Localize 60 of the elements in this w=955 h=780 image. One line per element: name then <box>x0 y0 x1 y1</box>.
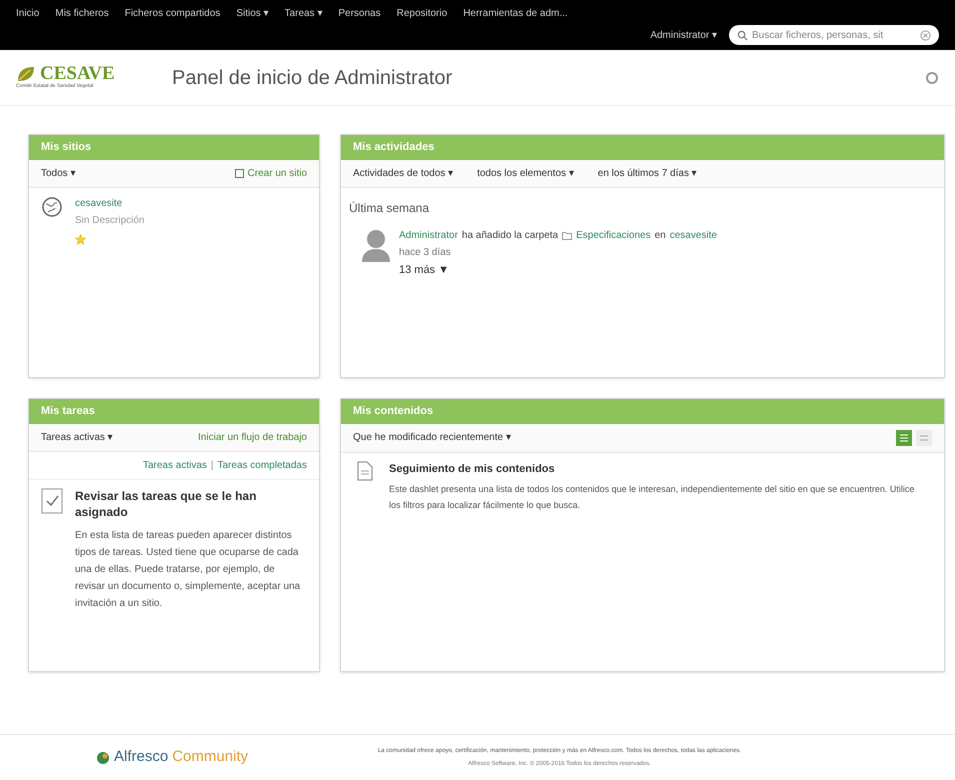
brand-suffix: Community <box>172 747 248 768</box>
nav-link[interactable]: Ficheros compartidos <box>124 6 220 21</box>
clear-icon[interactable] <box>920 30 931 40</box>
empty-state-text: En esta lista de tareas pueden aparecer distintos tipos de tareas. Usted tiene que ocuparse de cada una de ellas. Puede tratarse, por ejemplo, de revisar un documento o, simplemente, aceptar una invitación a un sitio. <box>75 528 302 610</box>
alfresco-logo-icon <box>96 750 110 764</box>
site-link[interactable]: cesavesite <box>670 228 717 242</box>
more-link[interactable]: 13 más ▼ <box>399 262 717 278</box>
settings-icon[interactable] <box>925 70 939 84</box>
search-icon <box>737 30 748 40</box>
simple-view-button[interactable] <box>916 430 932 446</box>
favorite-star-icon[interactable] <box>75 234 86 244</box>
detailed-view-button[interactable] <box>896 430 912 446</box>
page-title: Panel de inicio de Administrator <box>172 66 454 90</box>
activity-group-heading: Última semana <box>349 200 430 214</box>
globe-icon <box>41 196 63 218</box>
dashlet-title: Mis contenidos <box>353 404 434 419</box>
separator: | <box>210 458 214 472</box>
nav-link[interactable]: Mis ficheros <box>55 6 109 21</box>
filter-dropdown[interactable]: Que he modificado recientemente ▾ <box>353 430 511 445</box>
empty-state-heading: Revisar las tareas que se le han asignado <box>75 488 258 520</box>
add-site-icon <box>234 168 244 178</box>
dashlet-title: Mis sitios <box>41 140 92 155</box>
filter-dropdown[interactable]: Todos ▾ <box>41 166 76 180</box>
user-link[interactable]: Administrator <box>399 228 458 242</box>
site-description: Sin Descripción <box>75 214 144 228</box>
document-icon <box>357 460 373 480</box>
search-field[interactable]: Buscar ficheros, personas, sit <box>752 28 916 42</box>
filter-dropdown[interactable]: en los últimos 7 días ▾ <box>598 166 697 180</box>
leaf-logo-icon <box>16 64 36 83</box>
start-workflow-link[interactable]: Iniciar un flujo de trabajo <box>198 430 307 444</box>
filter-dropdown[interactable]: todos los elementos ▾ <box>477 166 574 180</box>
nav-link[interactable]: Repositorio <box>396 6 448 21</box>
nav-link[interactable]: Tareas ▾ <box>284 6 322 21</box>
nav-link[interactable]: Herramientas de adm... <box>463 6 568 21</box>
task-filter-link[interactable]: Tareas completadas <box>218 458 307 472</box>
nav-link[interactable]: Personas <box>338 6 381 21</box>
folder-icon <box>562 230 572 240</box>
user-avatar-icon <box>361 228 391 262</box>
activity-time: hace 3 días <box>399 246 452 260</box>
dashlet-title: Mis actividades <box>353 140 434 155</box>
user-menu[interactable]: Administrator ▾ <box>650 28 717 42</box>
checkbox-task-icon <box>41 488 63 514</box>
create-site-link[interactable]: Crear un sitio <box>234 166 307 180</box>
folder-link[interactable]: Especificaciones <box>576 228 651 242</box>
simple-list-icon <box>919 432 929 442</box>
search-box[interactable]: Buscar ficheros, personas, sit <box>729 25 939 45</box>
task-filter-link[interactable]: Tareas activas <box>142 458 207 472</box>
nav-link[interactable]: Sitios ▾ <box>236 6 269 21</box>
filter-dropdown[interactable]: Tareas activas ▾ <box>41 430 113 444</box>
activity-action: ha añadido la carpeta <box>462 228 558 242</box>
empty-state-heading: Seguimiento de mis contenidos <box>389 462 556 476</box>
logo-text: CESAVE <box>40 64 115 84</box>
dashlet-title: Mis tareas <box>41 404 95 419</box>
detailed-list-icon <box>899 432 909 442</box>
empty-state-text: Este dashlet presenta una lista de todos los contenidos que le interesan, independientemente del sitio en que se encuentren. Utilice los filtros para localizar fácilmente lo que busca. <box>389 483 916 512</box>
brand-name: Alfresco <box>114 747 168 768</box>
filter-dropdown[interactable]: Actividades de todos ▾ <box>353 166 454 180</box>
nav-link[interactable]: Inicio <box>16 6 40 21</box>
site-link[interactable]: cesavesite <box>75 196 144 210</box>
activity-preposition: en <box>654 228 666 242</box>
